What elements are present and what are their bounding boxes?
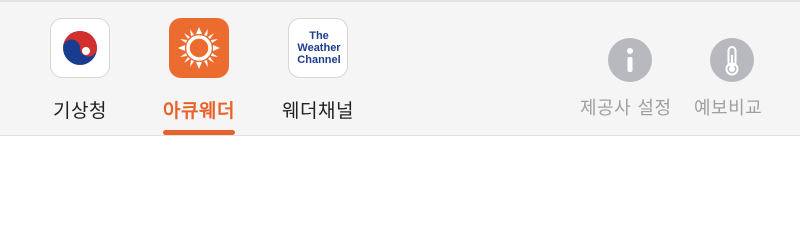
compare-forecast-label: 예보비교 xyxy=(694,98,763,119)
active-tab-indicator xyxy=(163,130,235,135)
weather-channel-logo-text: The Weather Channel xyxy=(297,30,341,66)
info-icon xyxy=(608,38,652,82)
thermometer-icon xyxy=(710,38,754,82)
provider-settings-label: 제공사 설정 xyxy=(580,98,672,119)
provider-tab-bar: 기상청 아큐웨더 The Weather Channel 웨더채널 제공사 설정… xyxy=(0,0,800,136)
tab-weather-channel-label: 웨더채널 xyxy=(282,100,354,122)
sun-logo-icon xyxy=(178,27,220,69)
accuweather-logo-tile xyxy=(169,18,229,78)
tab-kma[interactable]: 기상청 xyxy=(30,18,130,136)
tab-kma-label: 기상청 xyxy=(53,100,107,122)
weather-channel-logo-tile: The Weather Channel xyxy=(288,18,348,78)
tab-accuweather[interactable]: 아큐웨더 xyxy=(149,18,249,136)
taegeuk-logo-icon xyxy=(63,31,97,65)
content-area xyxy=(0,136,800,201)
kma-logo-tile xyxy=(50,18,110,78)
tab-weather-channel[interactable]: The Weather Channel 웨더채널 xyxy=(268,18,368,136)
tab-accuweather-label: 아큐웨더 xyxy=(163,100,235,122)
